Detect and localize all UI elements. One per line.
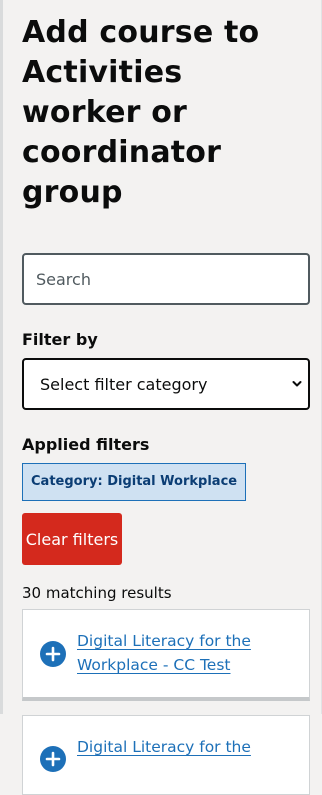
add-circle-icon[interactable]	[40, 746, 66, 772]
applied-filters-label: Applied filters	[22, 435, 150, 454]
page-title: Add course to Activities worker or coord…	[22, 15, 260, 210]
search-input[interactable]	[24, 255, 308, 303]
left-border	[0, 0, 3, 714]
chevron-down-icon	[292, 381, 302, 387]
search-field[interactable]	[22, 253, 310, 305]
results-count: 30 matching results	[22, 584, 172, 602]
clear-filters-button[interactable]: Clear filters	[22, 513, 122, 565]
main-content: Add course to Activities worker or coord…	[22, 0, 310, 795]
page: Add course to Activities worker or coord…	[0, 0, 322, 795]
result-card[interactable]: Digital Literacy for the Workplace - CC …	[22, 609, 310, 701]
add-circle-icon[interactable]	[40, 641, 66, 667]
result-link[interactable]: Digital Literacy for the	[77, 735, 293, 759]
filter-category-select[interactable]: Select filter category	[22, 358, 310, 410]
result-card[interactable]: Digital Literacy for the	[22, 715, 310, 795]
filter-select-value: Select filter category	[40, 374, 208, 394]
result-link[interactable]: Digital Literacy for the Workplace - CC …	[77, 629, 293, 677]
filter-by-label: Filter by	[22, 330, 98, 349]
applied-filter-chip[interactable]: Category: Digital Workplace	[22, 463, 247, 501]
